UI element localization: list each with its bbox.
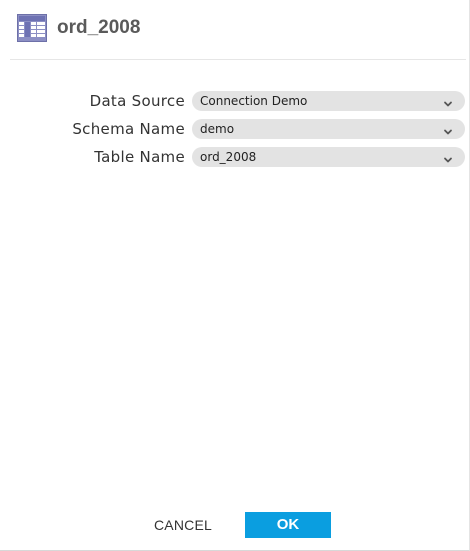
ok-button[interactable]: OK	[245, 512, 331, 538]
data-source-label: Data Source	[89, 92, 185, 110]
table-icon	[17, 14, 47, 42]
table-name-label: Table Name	[94, 148, 185, 166]
table-name-row: Table Name ord_2008	[0, 147, 470, 167]
data-source-value: Connection Demo	[200, 94, 308, 108]
schema-name-label: Schema Name	[72, 120, 185, 138]
schema-name-select[interactable]: demo	[192, 119, 465, 139]
schema-name-value: demo	[200, 122, 235, 136]
chevron-down-icon	[443, 152, 453, 163]
schema-name-row: Schema Name demo	[0, 119, 470, 139]
header-divider	[10, 59, 466, 60]
data-source-row: Data Source Connection Demo	[0, 91, 470, 111]
data-source-select[interactable]: Connection Demo	[192, 91, 465, 111]
dialog-title: ord_2008	[57, 17, 141, 38]
table-name-value: ord_2008	[200, 150, 257, 164]
table-properties-dialog: ord_2008 Data Source Connection Demo Sch…	[0, 0, 470, 551]
chevron-down-icon	[443, 96, 453, 107]
chevron-down-icon	[443, 124, 453, 135]
cancel-button[interactable]: CANCEL	[149, 512, 217, 538]
table-name-select[interactable]: ord_2008	[192, 147, 465, 167]
dialog-header: ord_2008	[0, 0, 470, 58]
